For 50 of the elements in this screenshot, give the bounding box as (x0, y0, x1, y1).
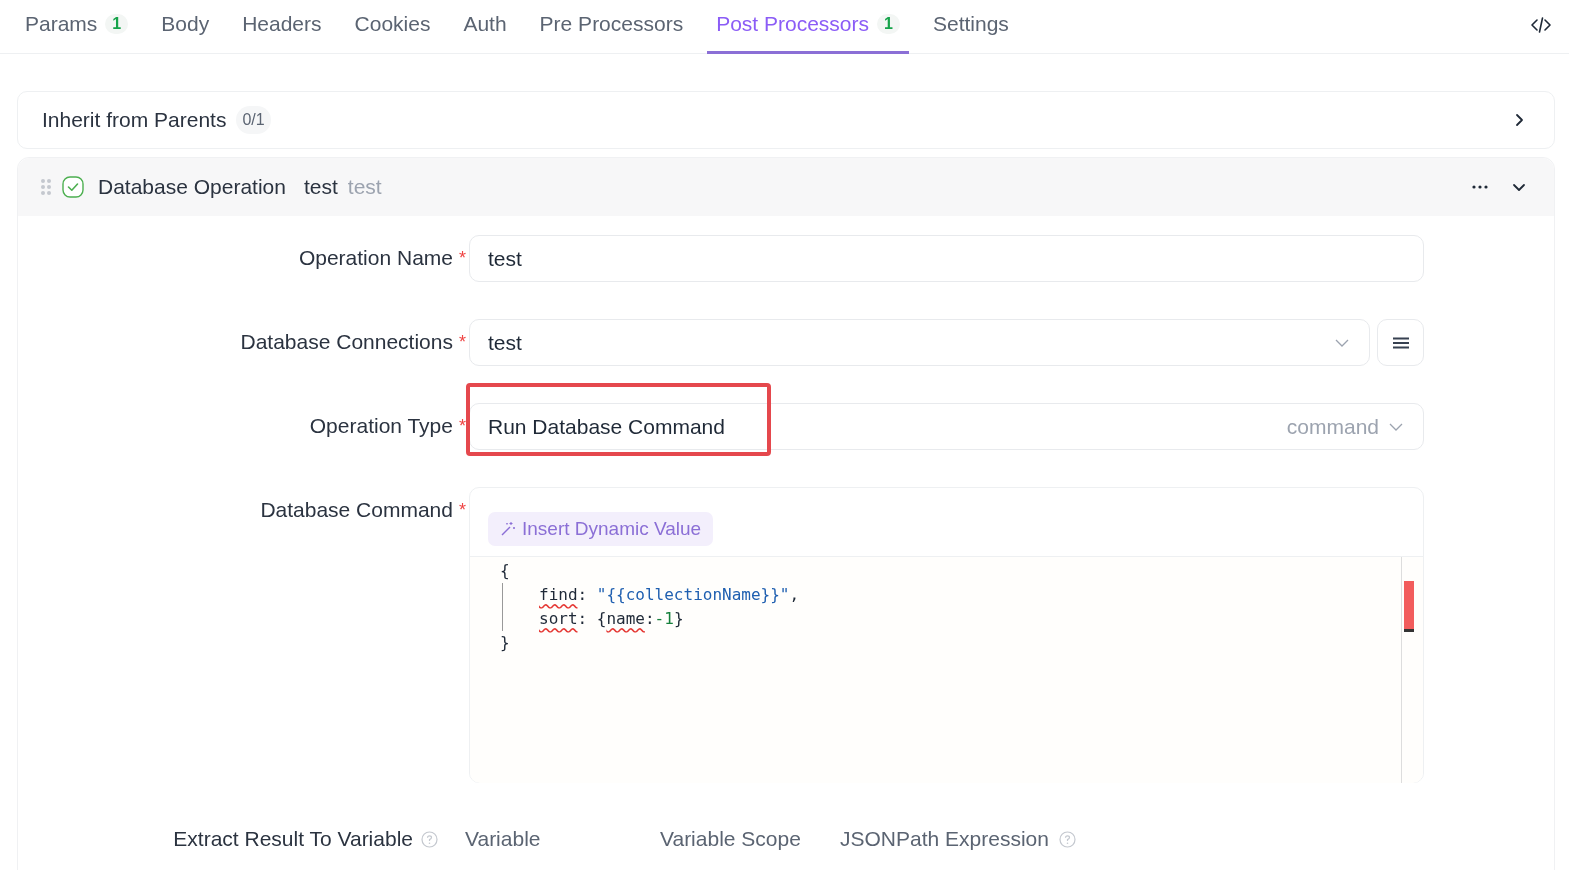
menu-icon (1391, 336, 1410, 349)
text-field[interactable]: test (469, 235, 1424, 282)
code-line: sort: {name:-1} (502, 607, 1401, 631)
more-icon[interactable] (1472, 185, 1488, 189)
required-asterisk: * (459, 331, 466, 353)
tab[interactable]: Headers (242, 0, 322, 54)
tab[interactable]: Auth (463, 0, 507, 54)
chevron-down-icon (1389, 422, 1403, 431)
inherit-count-badge: 0/1 (236, 106, 271, 134)
code-line: { (500, 560, 511, 582)
tab[interactable]: Body (161, 0, 210, 54)
field-label: Operation Name (298, 246, 453, 270)
inherit-label: Inherit from Parents (42, 108, 227, 132)
select-suffix: command (1286, 414, 1379, 439)
column-header: Variable Scope (660, 827, 801, 851)
operation-description: test (347, 175, 382, 199)
tab[interactable]: Cookies (354, 0, 431, 54)
tab[interactable]: Pre Processors (539, 0, 684, 54)
required-asterisk: * (459, 247, 466, 269)
insert-dynamic-value-button[interactable]: Insert Dynamic Value (488, 512, 714, 546)
field-label: Extract Result To Variable (173, 827, 413, 851)
help-icon (421, 830, 438, 848)
chevron-down-icon[interactable] (1512, 182, 1526, 192)
tab-count-badge: 1 (105, 13, 129, 34)
menu-button[interactable] (1377, 319, 1424, 366)
tab[interactable]: Post Processors 1 (707, 0, 909, 54)
field-label: Operation Type (309, 414, 453, 438)
chevron-right-icon (1514, 113, 1524, 127)
operation-name: test (303, 175, 338, 199)
column-header: Variable (465, 827, 541, 851)
required-asterisk: * (459, 499, 466, 521)
field-label: Database Connections (240, 330, 453, 354)
error-marker (1404, 581, 1414, 632)
code-line: find: "{{collectionName}}", (502, 583, 1401, 607)
chevron-down-icon (1335, 338, 1349, 347)
operation-type-title: Database Operation (98, 175, 286, 199)
drag-handle-icon[interactable] (40, 178, 52, 196)
checkbox[interactable] (62, 176, 84, 198)
magic-wand-icon (500, 521, 516, 537)
inherit-panel[interactable]: Inherit from Parents 0/1 (17, 91, 1555, 149)
select-field[interactable]: test (469, 319, 1370, 366)
tab[interactable]: Params 1 (25, 0, 129, 54)
field-label: Database Command (260, 498, 453, 522)
code-line: } (500, 632, 511, 654)
tab[interactable]: Settings (932, 0, 1009, 54)
column-header: JSONPath Expression (840, 827, 1049, 851)
required-asterisk: * (459, 415, 466, 437)
code-icon[interactable] (1531, 15, 1551, 34)
code-editor[interactable]: Insert Dynamic Value { find: "{{collectionName}}", sort: {name:-1} } (469, 487, 1424, 783)
tab-count-badge: 1 (877, 13, 900, 34)
